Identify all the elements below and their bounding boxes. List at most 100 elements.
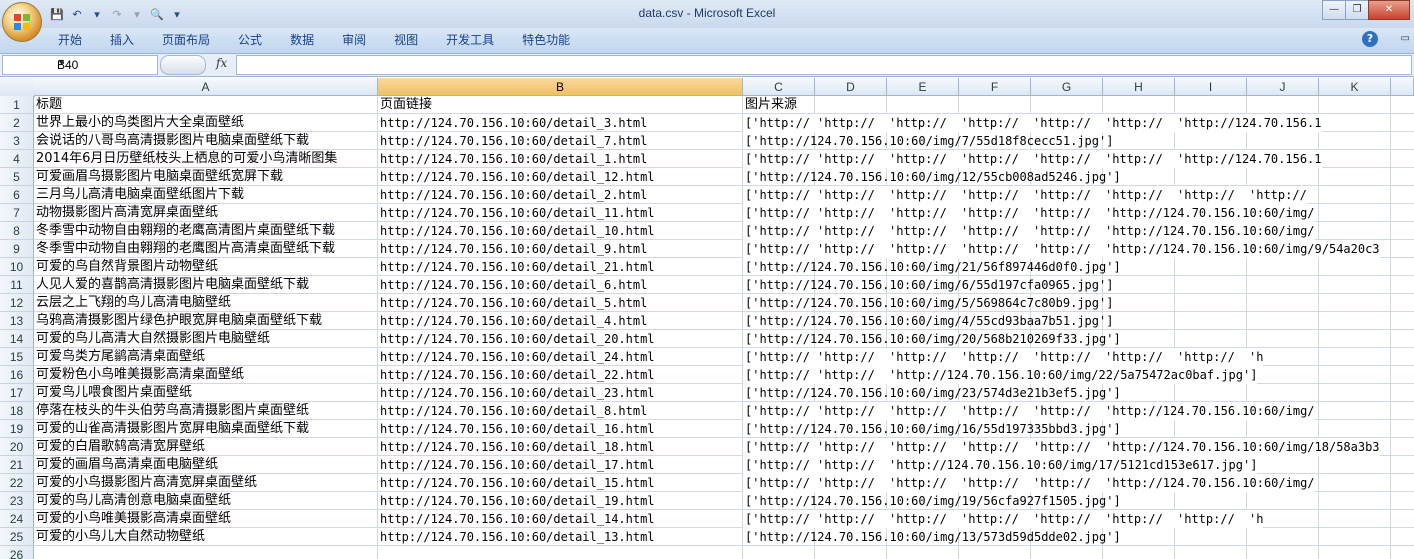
image-source-cell[interactable]: 'http:// — [887, 150, 959, 168]
header-cell[interactable]: 标题 — [34, 96, 62, 114]
row-header[interactable]: 23 — [0, 492, 34, 510]
row-header[interactable]: 19 — [0, 420, 34, 438]
image-source-cell[interactable]: 'http:// — [959, 510, 1031, 528]
image-source-cell[interactable]: 'http:// — [1175, 186, 1247, 204]
title-cell[interactable]: 停落在枝头的牛头伯劳鸟高清摄影图片桌面壁纸 — [34, 402, 309, 420]
title-cell[interactable]: 会说话的八哥鸟高清摄影图片电脑桌面壁纸下载 — [34, 132, 309, 150]
image-source-cell[interactable]: 'http:// — [1247, 186, 1307, 204]
name-box[interactable]: B40 ▼ — [2, 55, 158, 75]
image-source-cell[interactable]: ['http://124.70.156.10:60/img/20/568b210… — [743, 330, 1121, 348]
header-cell[interactable]: 图片来源 — [743, 96, 797, 114]
image-source-cell[interactable]: 'http://124.70.156.1 — [1175, 150, 1322, 168]
link-cell[interactable]: http://124.70.156.10:60/detail_13.html — [378, 528, 655, 546]
row-header[interactable]: 2 — [0, 114, 34, 132]
image-source-cell[interactable]: ['http:// — [743, 510, 815, 528]
image-source-cell[interactable]: ['http:// — [743, 474, 815, 492]
row-header[interactable]: 11 — [0, 276, 34, 294]
link-cell[interactable]: http://124.70.156.10:60/detail_21.html — [378, 258, 655, 276]
image-source-cell[interactable]: 'http:// — [887, 438, 959, 456]
title-cell[interactable]: 世界上最小的鸟类图片大全桌面壁纸 — [34, 114, 244, 132]
link-cell[interactable]: http://124.70.156.10:60/detail_1.html — [378, 150, 647, 168]
title-cell[interactable]: 可爱的画眉鸟高清桌面电脑壁纸 — [34, 456, 218, 474]
ribbon-tab[interactable]: 开发工具 — [446, 32, 508, 48]
office-button[interactable] — [2, 2, 42, 42]
link-cell[interactable]: http://124.70.156.10:60/detail_11.html — [378, 204, 655, 222]
row-header[interactable]: 12 — [0, 294, 34, 312]
link-cell[interactable]: http://124.70.156.10:60/detail_19.html — [378, 492, 655, 510]
image-source-cell[interactable]: 'http://124.70.156.10:60/img/ — [1103, 474, 1315, 492]
link-cell[interactable]: http://124.70.156.10:60/detail_2.html — [378, 186, 647, 204]
title-cell[interactable]: 可爱的小鸟儿大自然动物壁纸 — [34, 528, 205, 546]
link-cell[interactable]: http://124.70.156.10:60/detail_23.html — [378, 384, 655, 402]
image-source-cell[interactable]: 'http:// — [815, 402, 887, 420]
image-source-cell[interactable]: ['http:// — [743, 438, 815, 456]
link-cell[interactable]: http://124.70.156.10:60/detail_7.html — [378, 132, 647, 150]
image-source-cell[interactable]: 'http://124.70.156.10:60/img/ — [1103, 222, 1315, 240]
image-source-cell[interactable]: 'http:// — [1031, 186, 1103, 204]
restore-button[interactable]: ❐ — [1345, 0, 1369, 20]
link-cell[interactable]: http://124.70.156.10:60/detail_9.html — [378, 240, 647, 258]
image-source-cell[interactable]: 'http:// — [815, 438, 887, 456]
link-cell[interactable]: http://124.70.156.10:60/detail_10.html — [378, 222, 655, 240]
image-source-cell[interactable]: ['http://124.70.156.10:60/img/6/55d197cf… — [743, 276, 1113, 294]
title-cell[interactable]: 三月鸟儿高清电脑桌面壁纸图片下载 — [34, 186, 244, 204]
ribbon-minimize-icon[interactable]: ▭ — [1401, 33, 1410, 44]
image-source-cell[interactable]: 'http:// — [815, 456, 887, 474]
image-source-cell[interactable]: 'http:// — [1175, 348, 1247, 366]
row-header[interactable]: 7 — [0, 204, 34, 222]
image-source-cell[interactable]: 'http:// — [959, 150, 1031, 168]
image-source-cell[interactable]: 'http:// — [815, 348, 887, 366]
row-header[interactable]: 14 — [0, 330, 34, 348]
image-source-cell[interactable]: 'http:// — [815, 150, 887, 168]
title-cell[interactable]: 可爱的山雀高清摄影图片宽屏电脑桌面壁纸下载 — [34, 420, 309, 438]
link-cell[interactable]: http://124.70.156.10:60/detail_18.html — [378, 438, 655, 456]
title-cell[interactable]: 可爱粉色小鸟唯美摄影高清桌面壁纸 — [34, 366, 244, 384]
link-cell[interactable]: http://124.70.156.10:60/detail_24.html — [378, 348, 655, 366]
image-source-cell[interactable]: ['http:// — [743, 456, 815, 474]
image-source-cell[interactable]: 'http:// — [959, 348, 1031, 366]
row-header[interactable]: 17 — [0, 384, 34, 402]
image-source-cell[interactable]: ['http://124.70.156.10:60/img/13/573d59d… — [743, 528, 1121, 546]
spreadsheet-grid[interactable]: A B C D E F G H I J K 1 2 3 4 5 6 7 8 9 10 11 12 13 14 15 16 17 18 19… — [0, 78, 1414, 559]
row-header[interactable]: 16 — [0, 366, 34, 384]
image-source-cell[interactable]: 'http:// — [815, 114, 887, 132]
image-source-cell[interactable]: ['http:// — [743, 204, 815, 222]
column-header[interactable]: H — [1103, 78, 1175, 96]
ribbon-tab[interactable]: 审阅 — [342, 32, 380, 48]
image-source-cell[interactable]: ['http://124.70.156.10:60/img/21/56f8974… — [743, 258, 1121, 276]
image-source-cell[interactable]: 'http:// — [1103, 114, 1175, 132]
ribbon-tab[interactable]: 数据 — [290, 32, 328, 48]
row-header[interactable]: 3 — [0, 132, 34, 150]
image-source-cell[interactable]: 'http://124.70.156.1 — [1175, 114, 1322, 132]
link-cell[interactable]: http://124.70.156.10:60/detail_12.html — [378, 168, 655, 186]
select-all-corner[interactable] — [0, 78, 35, 97]
title-cell[interactable]: 可爱鸟类方尾鹟高清桌面壁纸 — [34, 348, 205, 366]
image-source-cell[interactable]: 'http:// — [1103, 510, 1175, 528]
column-header[interactable]: I — [1175, 78, 1247, 96]
title-cell[interactable]: 2014年6月日历壁纸枝头上栖息的可爱小鸟清晰图集 — [34, 150, 337, 168]
row-header[interactable]: 13 — [0, 312, 34, 330]
row-header[interactable]: 22 — [0, 474, 34, 492]
image-source-cell[interactable]: 'http:// — [815, 240, 887, 258]
image-source-cell[interactable]: ['http://124.70.156.10:60/img/5/569864c7… — [743, 294, 1113, 312]
column-header[interactable]: D — [815, 78, 887, 96]
image-source-cell[interactable]: 'http:// — [1031, 510, 1103, 528]
link-cell[interactable]: http://124.70.156.10:60/detail_20.html — [378, 330, 655, 348]
image-source-cell[interactable]: 'http:// — [887, 204, 959, 222]
link-cell[interactable]: http://124.70.156.10:60/detail_3.html — [378, 114, 647, 132]
image-source-cell[interactable]: 'http:// — [1103, 186, 1175, 204]
header-cell[interactable]: 页面链接 — [378, 96, 432, 114]
title-cell[interactable]: 可爱的鸟自然背景图片动物壁纸 — [34, 258, 218, 276]
image-source-cell[interactable]: ['http:// — [743, 348, 815, 366]
image-source-cell[interactable]: 'http://124.70.156.10:60/img/9/54a20c3 — [1103, 240, 1380, 258]
title-cell[interactable]: 可爱的鸟儿高清大自然摄影图片电脑壁纸 — [34, 330, 270, 348]
ribbon-tab[interactable]: 插入 — [110, 32, 148, 48]
image-source-cell[interactable]: 'http://124.70.156.10:60/img/ — [1103, 402, 1315, 420]
image-source-cell[interactable]: 'http:// — [1103, 348, 1175, 366]
image-source-cell[interactable]: 'http:// — [959, 204, 1031, 222]
help-icon[interactable]: ? — [1362, 31, 1378, 47]
image-source-cell[interactable]: 'http:// — [959, 186, 1031, 204]
image-source-cell[interactable]: ['http://124.70.156.10:60/img/12/55cb008… — [743, 168, 1121, 186]
row-header[interactable]: 21 — [0, 456, 34, 474]
image-source-cell[interactable]: 'http:// — [887, 510, 959, 528]
